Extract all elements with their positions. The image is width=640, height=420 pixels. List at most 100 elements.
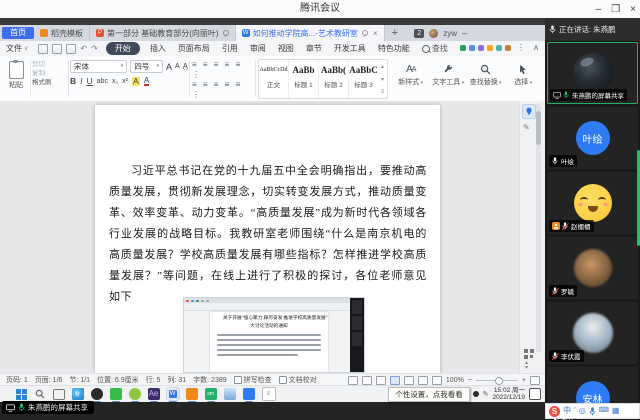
- paste-button[interactable]: 粘贴: [3, 59, 29, 98]
- app-icon-blue[interactable]: [224, 388, 236, 400]
- menu-tab-home[interactable]: 开始: [106, 42, 140, 55]
- close-button[interactable]: ×: [630, 4, 636, 15]
- style-heading-1[interactable]: AaBb 标题 1: [289, 60, 319, 98]
- sogou-settings-tooltip[interactable]: 个性设置，点我看看: [388, 387, 470, 402]
- taskbar-search-icon[interactable]: [34, 388, 46, 400]
- member-icon[interactable]: [487, 45, 493, 51]
- print-preview-icon[interactable]: [66, 44, 76, 54]
- more-icon[interactable]: ⋮: [517, 43, 525, 52]
- participant-tile-sharer[interactable]: 朱燕鹏的屏幕共享: [547, 42, 638, 104]
- keyboard-icon[interactable]: ⌨: [599, 404, 609, 418]
- message-badge[interactable]: 2: [414, 29, 424, 38]
- share-screen-icon[interactable]: [496, 45, 502, 51]
- font-size-select[interactable]: 四号▾: [130, 60, 163, 73]
- menu-tab-view[interactable]: 视图: [272, 43, 300, 54]
- find-command[interactable]: 查找: [416, 43, 454, 54]
- page-view-icon[interactable]: [390, 376, 400, 385]
- style-heading-3[interactable]: AaBbC 标题 3: [349, 60, 378, 98]
- tencent-meeting-icon[interactable]: [243, 388, 255, 400]
- zoom-level[interactable]: 100%: [446, 377, 464, 384]
- sogou-logo-icon[interactable]: S: [549, 406, 560, 417]
- fullscreen-view-icon[interactable]: [348, 376, 358, 385]
- status-word-count[interactable]: 字数: 2389: [193, 375, 226, 385]
- subscript-icon[interactable]: x₂: [112, 78, 118, 85]
- menu-tab-devtools[interactable]: 开发工具: [328, 43, 372, 54]
- wps-cloud-icon[interactable]: [460, 45, 466, 51]
- text-tool-button[interactable]: 文字工具 ▾: [431, 59, 465, 98]
- zoom-in-button[interactable]: +: [522, 377, 526, 384]
- style-heading-2[interactable]: AaBb( 标题 2: [319, 60, 349, 98]
- highlight-color-button[interactable]: A: [132, 77, 140, 86]
- tab-close-icon[interactable]: ×: [373, 29, 378, 38]
- cut-button[interactable]: 剪切: [32, 60, 66, 69]
- collapse-ribbon-icon[interactable]: ∧: [533, 43, 539, 52]
- emoji-mode-icon[interactable]: ◎: [579, 404, 586, 418]
- redo-icon[interactable]: ↷: [91, 44, 98, 54]
- menu-tab-page-layout[interactable]: 页面布局: [172, 43, 216, 54]
- document-page[interactable]: 习近平总书记在党的十九届五中全会明确指出，要推动高质量发展，贯彻新发展理念，切实…: [95, 105, 440, 373]
- location-pin-icon[interactable]: [522, 104, 536, 119]
- strikethrough-icon[interactable]: abc: [97, 78, 108, 85]
- edit-pen-icon[interactable]: ✎: [523, 123, 530, 132]
- participant-tile[interactable]: 李伏霞: [547, 302, 638, 364]
- font-color-button[interactable]: A: [144, 76, 150, 86]
- superscript-icon[interactable]: x²: [122, 78, 128, 85]
- styles-gallery-scroll[interactable]: ▴▾≡: [378, 60, 387, 98]
- font-name-select[interactable]: 宋体▾: [70, 60, 127, 73]
- document-paragraph[interactable]: 习近平总书记在党的十九届五中全会明确指出，要推动高质量发展，贯彻新发展理念，切实…: [109, 161, 427, 308]
- outline-view-icon[interactable]: [404, 376, 414, 385]
- spell-check-toggle[interactable]: 拼写检查: [234, 375, 272, 385]
- new-style-button[interactable]: AA 新样式 ▾: [394, 59, 428, 98]
- menu-tab-review[interactable]: 审阅: [244, 43, 272, 54]
- tray-qq-icon[interactable]: [473, 391, 479, 397]
- maximize-button[interactable]: ❐: [611, 4, 620, 15]
- select-button[interactable]: 选择 ▾: [506, 59, 540, 98]
- participant-tile[interactable]: 罗毓: [547, 237, 638, 299]
- write-mode-icon[interactable]: [376, 376, 386, 385]
- account-avatar[interactable]: [429, 29, 438, 38]
- read-mode-icon[interactable]: [362, 376, 372, 385]
- pin-icon[interactable]: [222, 30, 229, 37]
- italic-button[interactable]: I: [80, 76, 82, 86]
- tray-pen-icon[interactable]: ✎: [483, 390, 489, 398]
- wps-minimize-button[interactable]: –: [462, 28, 467, 38]
- doc-proof-toggle[interactable]: 文档校对: [279, 375, 317, 385]
- participant-tile[interactable]: 叶绘 叶绘: [547, 107, 638, 169]
- night-mode-icon[interactable]: [478, 45, 484, 51]
- undo-icon[interactable]: ↶: [80, 44, 87, 54]
- app-icon-orange[interactable]: [186, 388, 198, 400]
- qq-icon[interactable]: [91, 388, 103, 400]
- format-painter-button[interactable]: 格式刷: [32, 78, 66, 87]
- copy-button[interactable]: 复制: [32, 69, 66, 78]
- menu-file[interactable]: 文件 ∨: [0, 43, 34, 54]
- wechat-icon[interactable]: [110, 388, 122, 400]
- print-icon[interactable]: [52, 44, 62, 54]
- fit-page-icon[interactable]: [530, 376, 540, 385]
- grow-font-icon[interactable]: A: [166, 62, 172, 72]
- eye-protect-icon[interactable]: [432, 376, 442, 385]
- task-view-icon[interactable]: [53, 389, 65, 400]
- chinese-mode-icon[interactable]: 中: [563, 404, 571, 418]
- bold-button[interactable]: B: [70, 76, 76, 86]
- tab-document-2[interactable]: W 如何推动学院高...-艺术教研室 ×: [236, 25, 385, 41]
- globe-icon[interactable]: [469, 45, 475, 51]
- skin-grid-icon[interactable]: ▦: [612, 404, 620, 418]
- save-icon[interactable]: [38, 44, 48, 54]
- web-view-icon[interactable]: [418, 376, 428, 385]
- zoom-out-button[interactable]: −: [468, 377, 472, 384]
- browser-360-icon[interactable]: [129, 388, 141, 400]
- tools-icon[interactable]: [505, 45, 511, 51]
- phonetic-guide-icon[interactable]: A̤: [183, 62, 188, 71]
- shrink-font-icon[interactable]: A: [175, 63, 180, 70]
- notepad-icon[interactable]: ≡: [262, 387, 276, 401]
- pin-icon[interactable]: [361, 30, 368, 37]
- new-tab-button[interactable]: +: [385, 27, 405, 39]
- voice-input-icon[interactable]: [589, 407, 596, 416]
- menu-tab-section[interactable]: 章节: [300, 43, 328, 54]
- menu-tab-special[interactable]: 特色功能: [372, 43, 416, 54]
- tray-clock[interactable]: 15:02 周一 2022/12/19: [492, 387, 525, 402]
- style-normal[interactable]: AaBbCcDd 正文: [259, 60, 289, 98]
- wps-taskbar-icon[interactable]: W: [167, 388, 179, 400]
- tab-document-1[interactable]: P 第一部分 基础教育部分(向丽叶): [90, 25, 236, 41]
- notification-center-icon[interactable]: [529, 388, 541, 400]
